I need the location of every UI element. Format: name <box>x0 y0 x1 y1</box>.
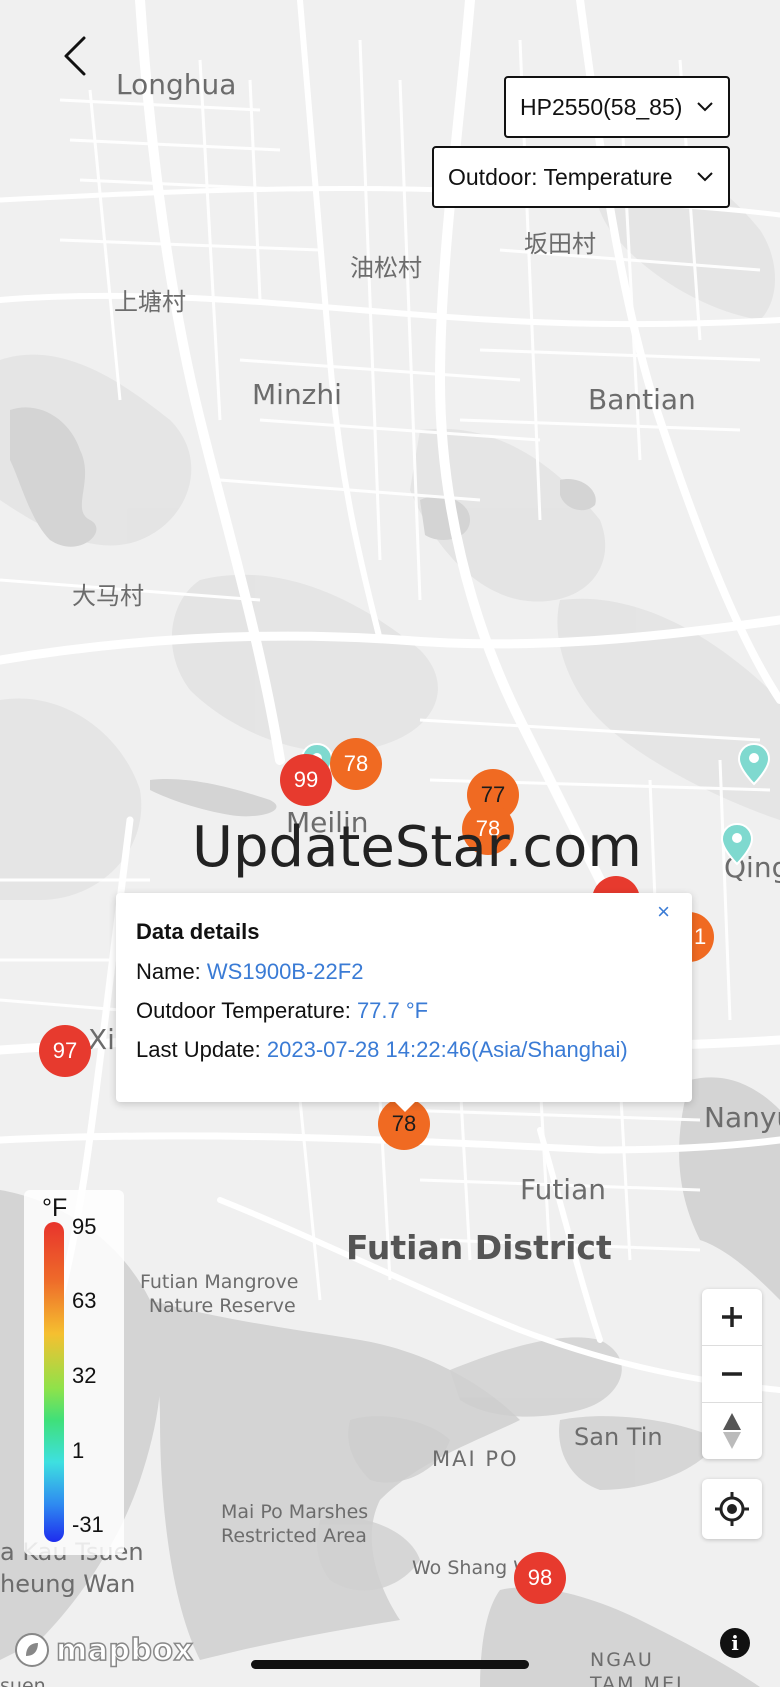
station-pin-icon[interactable] <box>720 822 754 866</box>
temperature-marker-value: 1 <box>694 924 707 949</box>
compass-icon <box>723 1413 741 1449</box>
station-pin-icon[interactable] <box>737 742 771 786</box>
map-screen: Longhua Minzhi Bantian Meilin Futian Fut… <box>0 0 780 1687</box>
place-label-nanyu: Nanyu <box>704 1101 780 1134</box>
legend-tick: 95 <box>72 1214 97 1239</box>
info-icon[interactable]: i <box>720 1628 750 1658</box>
mapbox-logo-text: mapbox <box>55 1632 194 1669</box>
place-label-damacun: 大马村 <box>72 582 144 610</box>
legend-unit: °F <box>42 1194 68 1222</box>
name-label: Name: <box>136 959 207 984</box>
mapbox-logo[interactable]: mapbox <box>14 1632 194 1669</box>
chevron-left-icon <box>64 36 86 76</box>
popup-pointer <box>393 1100 417 1112</box>
home-indicator[interactable] <box>251 1660 529 1669</box>
place-label-san-tin: San Tin <box>574 1423 663 1451</box>
mangrove-line-1: Futian Mangrove <box>140 1271 299 1293</box>
place-label-bantian: Bantian <box>588 383 696 416</box>
data-type-select[interactable]: Outdoor: Temperature <box>432 146 730 208</box>
place-label-ngau: NGAU <box>590 1649 654 1671</box>
marshes-line-1: Mai Po Marshes <box>221 1501 369 1523</box>
temperature-marker[interactable]: 98 <box>514 1552 566 1604</box>
place-label-longhua: Longhua <box>116 68 237 101</box>
temperature-label: Outdoor Temperature: <box>136 998 357 1023</box>
place-label-futian: Futian <box>520 1173 606 1206</box>
watermark: UpdateStar.com <box>192 815 642 880</box>
plus-icon <box>722 1307 742 1327</box>
legend-color-scale <box>44 1222 64 1542</box>
mangrove-line-2: Nature Reserve <box>148 1295 296 1317</box>
temperature-marker[interactable]: 97 <box>39 1025 91 1077</box>
place-label-tam-mei: TAM MEI <box>590 1673 684 1687</box>
place-label-shangtangcun: 上塘村 <box>114 288 186 316</box>
zoom-controls <box>702 1289 762 1459</box>
device-select-value: HP2550(58_85) <box>520 93 683 120</box>
legend-tick: -31 <box>72 1512 104 1537</box>
place-label-marshes: Mai Po Marshes Restricted Area <box>221 1500 368 1548</box>
place-label-mai-po: MAI PO <box>432 1447 519 1471</box>
place-label-xi: Xi <box>88 1023 115 1056</box>
minus-icon <box>722 1372 742 1376</box>
temperature-legend: °F 95 63 32 1 -31 <box>24 1190 124 1555</box>
place-label-yousongcun: 油松村 <box>350 254 422 282</box>
place-label-suen: suen <box>0 1675 46 1687</box>
legend-tick: 32 <box>72 1363 97 1388</box>
popup-row-update: Last Update: 2023-07-28 14:22:46(Asia/Sh… <box>136 1037 672 1063</box>
mapbox-logo-icon <box>15 1633 49 1667</box>
popup-title: Data details <box>136 919 260 944</box>
legend-tick: 63 <box>72 1288 97 1313</box>
marshes-line-2: Restricted Area <box>221 1525 367 1547</box>
popup-row-temperature: Outdoor Temperature: 77.7 °F <box>136 998 672 1024</box>
zoom-out-button[interactable] <box>702 1346 762 1402</box>
back-button[interactable] <box>54 30 98 82</box>
locate-button[interactable] <box>702 1479 762 1539</box>
compass-button[interactable] <box>702 1403 762 1459</box>
place-label-mangrove: Futian Mangrove Nature Reserve <box>140 1270 298 1318</box>
place-label-heung-wan: heung Wan <box>0 1570 136 1598</box>
legend-tick: 1 <box>72 1438 85 1463</box>
last-update-value: 2023-07-28 14:22:46(Asia/Shanghai) <box>266 1037 628 1062</box>
popup-row-name: Name: WS1900B-22F2 <box>136 959 672 985</box>
temperature-marker[interactable]: 99 <box>280 754 332 806</box>
place-label-futian-district: Futian District <box>346 1228 612 1267</box>
place-label-bantiancun: 坂田村 <box>524 230 596 258</box>
place-label-minzhi: Minzhi <box>252 378 342 411</box>
data-type-select-value: Outdoor: Temperature <box>448 163 673 190</box>
locate-icon <box>715 1492 749 1526</box>
temperature-marker[interactable]: 78 <box>330 738 382 790</box>
last-update-label: Last Update: <box>136 1037 267 1062</box>
temperature-value: 77.7 °F <box>356 998 429 1023</box>
chevron-down-icon <box>697 102 713 112</box>
chevron-down-icon <box>697 172 713 182</box>
name-value[interactable]: WS1900B-22F2 <box>207 959 364 984</box>
close-icon[interactable]: × <box>657 899 670 925</box>
device-select[interactable]: HP2550(58_85) <box>504 76 730 138</box>
data-details-popup: × Data details Name: WS1900B-22F2 Outdoo… <box>116 893 692 1102</box>
zoom-in-button[interactable] <box>702 1289 762 1345</box>
